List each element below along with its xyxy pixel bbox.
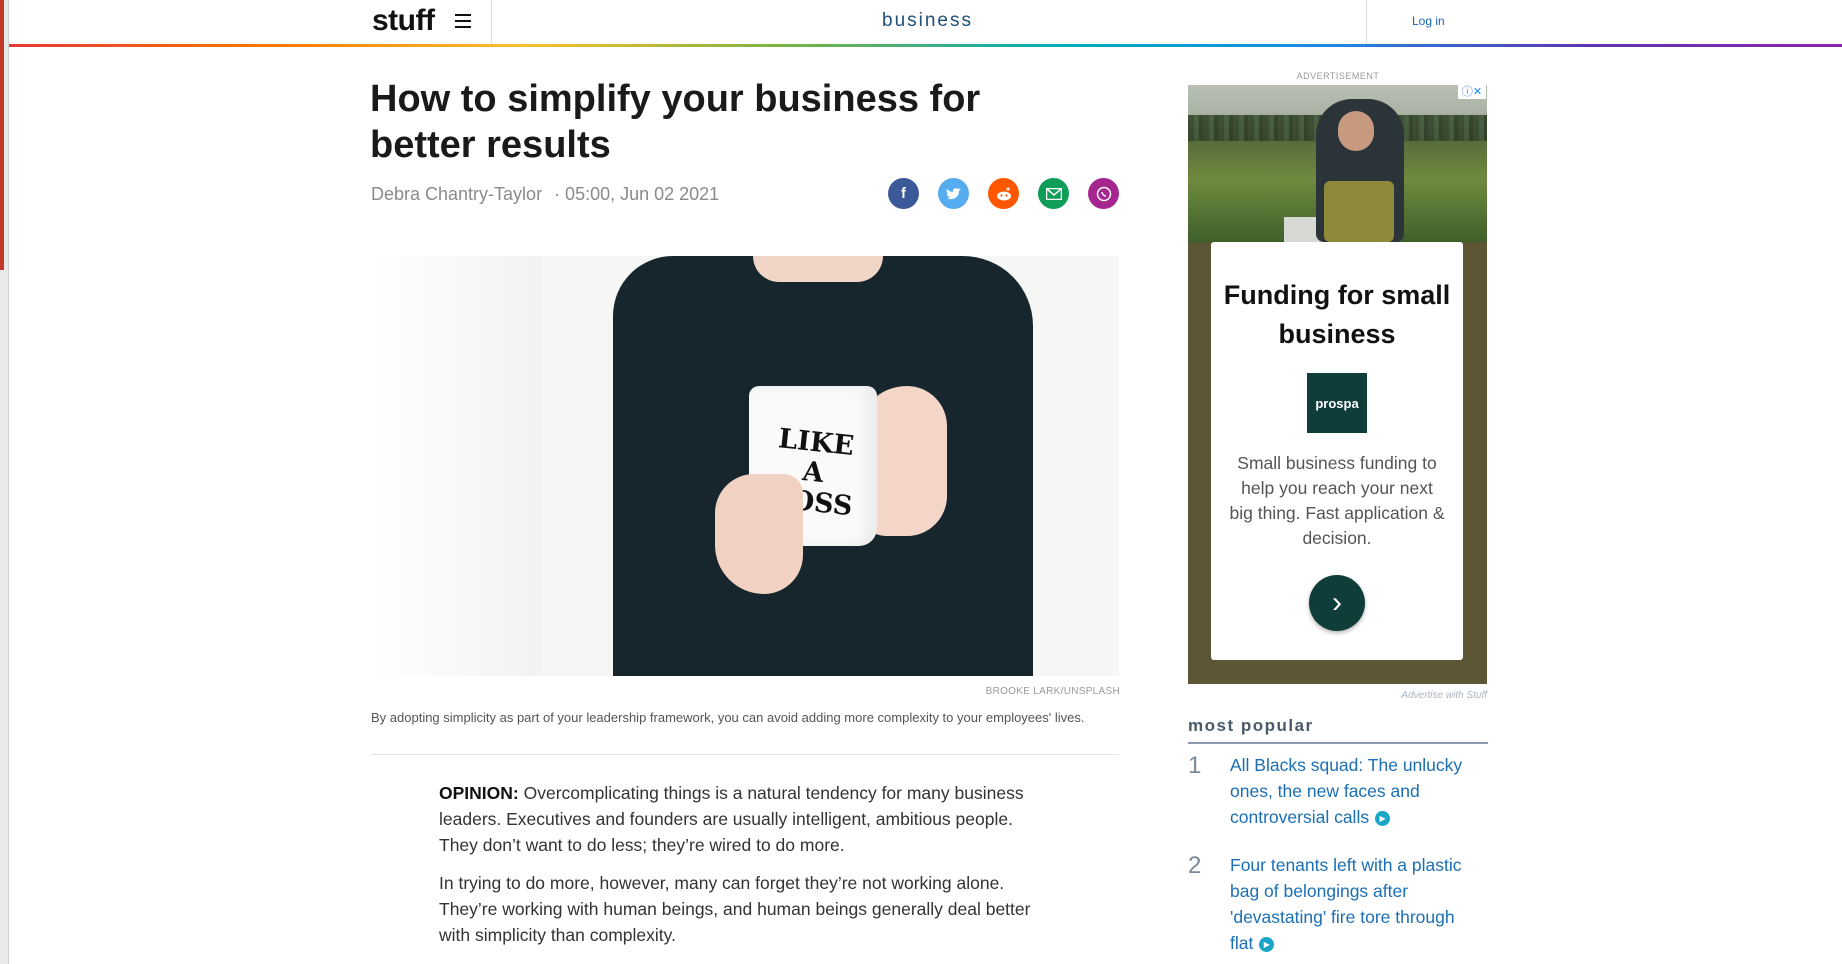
paragraph-text: Overcomplicating things is a natural ten… [439, 783, 1024, 855]
hamburger-menu-icon[interactable] [455, 14, 471, 28]
twitter-icon[interactable] [938, 178, 969, 209]
rank-number: 2 [1188, 852, 1202, 879]
header-divider [1366, 0, 1367, 44]
header-divider [491, 0, 492, 44]
email-icon[interactable] [1038, 178, 1069, 209]
paragraph: In trying to do more, however, many can … [439, 873, 1031, 945]
chevron-right-icon[interactable]: › [1309, 575, 1365, 631]
ad-close-icon[interactable]: ⓘ✕ [1458, 85, 1486, 99]
popular-link[interactable]: Four tenants left with a plastic bag of … [1230, 852, 1480, 956]
article-image: LIKE A BOSS [371, 256, 1119, 676]
opinion-label: OPINION: [439, 783, 519, 803]
most-popular-heading: most popular [1188, 716, 1488, 744]
header-rainbow-rule [9, 44, 1842, 47]
ad-description: Small business funding to help you reach… [1229, 453, 1445, 548]
caption-divider [371, 754, 1119, 755]
browser-edge [0, 0, 9, 964]
ad-card[interactable]: Funding for small business prospa Small … [1211, 242, 1463, 660]
image-credit: BROOKE LARK/UNSPLASH [985, 686, 1120, 697]
popular-link[interactable]: All Blacks squad: The unlucky ones, the … [1230, 752, 1480, 830]
play-video-icon: ▶ [1375, 810, 1391, 826]
byline: Debra Chantry-Taylor · 05:00, Jun 02 2021 [371, 184, 719, 205]
advertise-with-stuff-link[interactable]: Advertise with Stuff [1188, 690, 1487, 701]
ad-photo [1188, 85, 1487, 242]
prospa-logo: prospa [1307, 373, 1367, 433]
author-name[interactable]: Debra Chantry-Taylor [371, 184, 542, 204]
paragraph: OPINION: Overcomplicating things is a na… [439, 780, 1054, 858]
facebook-icon[interactable]: f [888, 178, 919, 209]
stuff-logo[interactable]: stuff [372, 4, 435, 38]
article-title: How to simplify your business for better… [370, 78, 981, 166]
ad-headline: Funding for small business [1223, 280, 1451, 349]
advertisement[interactable]: ⓘ✕ Funding for small business prospa Sma… [1188, 85, 1487, 684]
publish-date: · 05:00, Jun 02 2021 [554, 184, 720, 204]
rank-number: 1 [1188, 752, 1202, 779]
image-caption: By adopting simplicity as part of your l… [371, 710, 1085, 725]
ad-label: ADVERTISEMENT [1296, 71, 1380, 81]
popular-link-text[interactable]: All Blacks squad: The unlucky ones, the … [1230, 755, 1462, 827]
whatsapp-icon[interactable] [1088, 178, 1119, 209]
section-title[interactable]: business [860, 10, 995, 32]
login-link[interactable]: Log in [1412, 14, 1445, 28]
reddit-icon[interactable] [988, 178, 1019, 209]
article-body: OPINION: Overcomplicating things is a na… [439, 780, 1054, 960]
play-video-icon: ▶ [1259, 936, 1275, 952]
